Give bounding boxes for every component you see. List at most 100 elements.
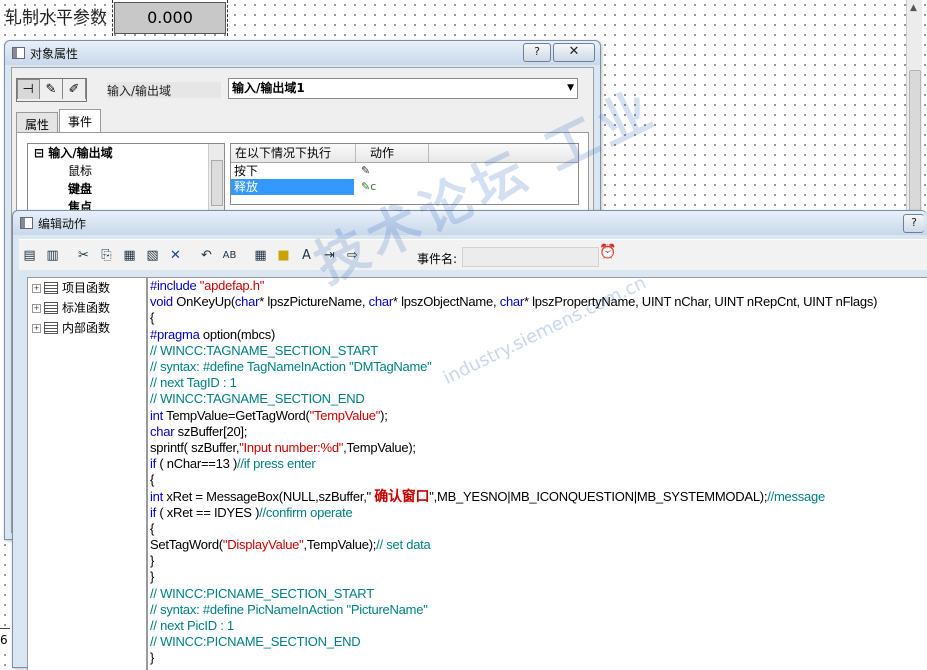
code-token: //if press enter bbox=[237, 456, 316, 472]
code-line[interactable]: SetTagWord("DisplayValue",TempValue);// … bbox=[148, 537, 927, 553]
code-line[interactable]: // WINCC:TAGNAME_SECTION_END bbox=[148, 391, 927, 407]
object-type-label: 输入/输出域 bbox=[107, 82, 221, 98]
tree-item-keyboard[interactable]: 键盘 bbox=[28, 180, 224, 198]
code-token: } bbox=[150, 553, 155, 569]
code-line[interactable]: sprintf( szBuffer,"Input number:%d",Temp… bbox=[148, 440, 927, 456]
code-token: #include bbox=[150, 278, 200, 293]
spell-check-icon[interactable]: AB bbox=[219, 245, 240, 266]
code-line[interactable]: { bbox=[148, 310, 927, 326]
code-token: //confirm operate bbox=[259, 504, 353, 520]
scroll-thumb[interactable] bbox=[909, 70, 921, 212]
code-token: // next TagID : 1 bbox=[150, 375, 237, 391]
code-token: char bbox=[234, 294, 260, 310]
code-line[interactable]: // WINCC:TAGNAME_SECTION_START bbox=[148, 343, 927, 359]
export-icon[interactable]: ⇨ bbox=[342, 245, 363, 266]
function-icon bbox=[44, 302, 58, 314]
code-token: char bbox=[499, 294, 525, 310]
tree-item-label: 内部函数 bbox=[62, 321, 111, 335]
code-line[interactable]: // WINCC:PICNAME_SECTION_START bbox=[148, 586, 927, 602]
tree-item-internal-functions[interactable]: + 内部函数 bbox=[28, 318, 146, 338]
chevron-down-icon[interactable]: ▼ bbox=[567, 79, 574, 98]
close-button[interactable]: ✕ bbox=[553, 43, 595, 62]
code-line[interactable]: #include "apdefap.h" bbox=[148, 278, 927, 294]
action-c-script-icon[interactable]: ✎c bbox=[361, 179, 376, 195]
canvas-vertical-scrollbar[interactable]: ▲ bbox=[906, 0, 922, 212]
tree-item-project-functions[interactable]: + 项目函数 bbox=[28, 278, 146, 298]
code-line[interactable]: // syntax: #define PicNameInAction "Pict… bbox=[148, 602, 927, 618]
code-token: // WINCC:PICNAME_SECTION_START bbox=[150, 585, 374, 601]
copy-icon[interactable]: ⎘ bbox=[96, 245, 117, 266]
action-empty-icon[interactable]: ✎ bbox=[361, 163, 370, 179]
function-icon bbox=[44, 322, 58, 334]
header-execute-when[interactable]: 在以下情况下执行 bbox=[231, 144, 356, 162]
code-line[interactable]: if ( nChar==13 )//if press enter bbox=[148, 456, 927, 472]
code-line[interactable]: } bbox=[148, 569, 927, 585]
tree-item-mouse[interactable]: 鼠标 bbox=[28, 162, 224, 180]
paste-special-icon[interactable]: ▧ bbox=[142, 245, 163, 266]
expand-icon[interactable]: + bbox=[32, 323, 41, 333]
code-line[interactable]: // WINCC:PICNAME_SECTION_END bbox=[148, 634, 927, 650]
code-line[interactable]: { bbox=[148, 472, 927, 488]
undo-icon[interactable]: ↶ bbox=[196, 245, 217, 266]
code-token: // WINCC:TAGNAME_SECTION_END bbox=[150, 391, 365, 407]
event-grid: 在以下情况下执行 动作 按下 ✎ 释放 ✎c bbox=[230, 143, 579, 205]
scroll-up-arrow-icon[interactable]: ▲ bbox=[910, 3, 917, 13]
compile-icon[interactable]: ▤ bbox=[19, 245, 40, 266]
paste-icon[interactable]: ▦ bbox=[119, 245, 140, 266]
font-icon[interactable]: A bbox=[296, 245, 317, 266]
code-token: // WINCC:PICNAME_SECTION_END bbox=[150, 634, 361, 650]
tree-item-standard-functions[interactable]: + 标准函数 bbox=[28, 298, 146, 318]
code-line[interactable]: { bbox=[148, 521, 927, 537]
expand-icon[interactable]: + bbox=[32, 303, 41, 313]
code-line[interactable]: // next TagID : 1 bbox=[148, 375, 927, 391]
code-token: sprintf( szBuffer, bbox=[150, 439, 240, 455]
help-button[interactable]: ? bbox=[523, 43, 551, 62]
code-line[interactable]: int xRet = MessageBox(NULL,szBuffer," 确认… bbox=[148, 488, 927, 504]
event-row-press[interactable]: 按下 ✎ bbox=[231, 163, 370, 179]
event-name-field bbox=[462, 247, 599, 267]
code-token: "apdefap.h" bbox=[199, 278, 265, 293]
tree-scroll-thumb[interactable] bbox=[211, 160, 223, 206]
tree-scrollbar[interactable] bbox=[208, 144, 224, 214]
pipette-apply-icon[interactable]: ✐ bbox=[63, 79, 86, 99]
object-name-select[interactable]: 输入/输出域1 ▼ bbox=[228, 78, 578, 99]
object-browser-icon[interactable]: ■ bbox=[273, 245, 294, 266]
code-token: void bbox=[150, 294, 173, 310]
code-line[interactable]: int TempValue=GetTagWord("TempValue"); bbox=[148, 408, 927, 424]
trigger-clock-icon[interactable]: ⏰ bbox=[599, 244, 616, 260]
pipette-icon[interactable]: ✎ bbox=[40, 79, 63, 99]
code-line[interactable]: // syntax: #define TagNameInAction "DMTa… bbox=[148, 359, 927, 375]
header-action[interactable]: 动作 bbox=[356, 144, 429, 162]
delete-icon[interactable]: ✕ bbox=[165, 245, 186, 266]
props-titlebar[interactable]: 对象属性 ? ✕ bbox=[5, 41, 600, 65]
code-line[interactable]: char szBuffer[20]; bbox=[148, 424, 927, 440]
code-token: // syntax: #define PicNameInAction "Pict… bbox=[150, 601, 428, 617]
object-name-value: 输入/输出域1 bbox=[232, 81, 305, 95]
tag-selection-icon[interactable]: ▦ bbox=[250, 245, 271, 266]
canvas-io-field[interactable]: 0.000 bbox=[112, 0, 228, 36]
code-token: ( nChar==13 ) bbox=[156, 456, 238, 472]
event-row-release[interactable]: 释放 ✎c bbox=[231, 179, 376, 195]
collapse-icon[interactable]: ⊟ bbox=[34, 146, 44, 160]
help-button[interactable]: ? bbox=[903, 214, 924, 233]
code-line[interactable]: if ( xRet == IDYES )//confirm operate bbox=[148, 505, 927, 521]
code-line[interactable]: // next PicID : 1 bbox=[148, 618, 927, 634]
tree-item-root[interactable]: ⊟ 输入/输出域 bbox=[28, 144, 224, 162]
code-line[interactable]: } bbox=[148, 650, 927, 666]
code-token: TempValue=GetTagWord( bbox=[162, 407, 310, 423]
pin-icon[interactable]: ⊣ bbox=[17, 79, 40, 99]
expand-icon[interactable]: + bbox=[32, 283, 41, 293]
code-line[interactable]: void OnKeyUp(char* lpszPictureName, char… bbox=[148, 294, 927, 310]
code-token: // next PicID : 1 bbox=[150, 617, 234, 633]
code-token: option(mbcs) bbox=[199, 326, 276, 342]
code-editor[interactable]: #include "apdefap.h" void OnKeyUp(char* l… bbox=[147, 277, 927, 670]
code-token: 确认窗口 bbox=[374, 488, 430, 505]
import-icon[interactable]: ⇥ bbox=[319, 245, 340, 266]
props-title: 对象属性 bbox=[30, 47, 79, 61]
code-token: "TempValue" bbox=[309, 407, 381, 423]
cut-icon[interactable]: ✂ bbox=[73, 245, 94, 266]
compile-all-icon[interactable]: ▥ bbox=[42, 245, 63, 266]
edit-titlebar[interactable]: 编辑动作 ? bbox=[13, 211, 927, 235]
code-line[interactable]: #pragma option(mbcs) bbox=[148, 327, 927, 343]
code-line[interactable]: } bbox=[148, 553, 927, 569]
